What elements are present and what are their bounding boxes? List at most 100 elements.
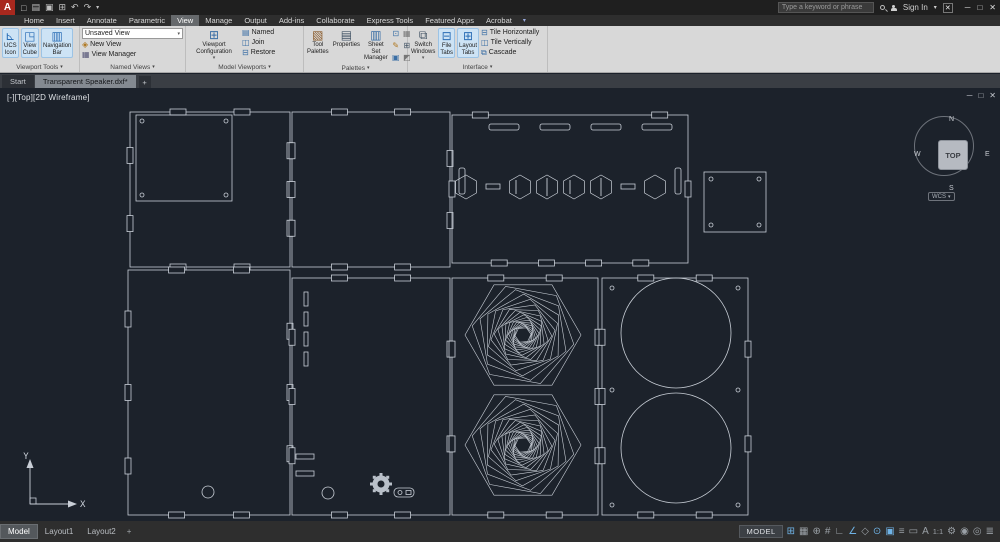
tab-collaborate[interactable]: Collaborate [310,15,360,26]
sheet-set-manager-button[interactable]: ▥ Sheet SetManager [363,28,389,63]
close-button[interactable]: ✕ [989,3,996,12]
exchange-apps-icon[interactable]: ✕ [943,3,953,13]
isolate-objects-icon[interactable]: ◎ [973,526,982,538]
viewcube-south[interactable]: S [949,185,954,192]
tile-vertically-button[interactable]: ◫ Tile Vertically [481,38,539,47]
ucs-icon-button[interactable]: ⊾ UCSIcon [2,28,19,58]
viewcube-top-face[interactable]: TOP [938,140,968,170]
file-tab-start[interactable]: Start [2,75,34,88]
view-dropdown[interactable]: Unsaved View▾ [82,28,183,39]
tab-express-tools[interactable]: Express Tools [361,15,420,26]
new-file-icon[interactable]: □ [21,3,26,13]
tab-manage[interactable]: Manage [199,15,238,26]
open-file-icon[interactable]: ▤ [31,2,40,13]
object-snap-icon[interactable]: ▣ [885,526,894,538]
redo-icon[interactable]: ↷ [84,2,92,13]
tab-acrobat[interactable]: Acrobat [480,15,518,26]
signin-caret-icon[interactable]: ▾ [934,4,937,11]
search-input[interactable]: Type a keyword or phrase [778,2,874,13]
new-view-button[interactable]: ◈ New View [82,40,183,49]
tab-insert[interactable]: Insert [50,15,81,26]
undo-icon[interactable]: ↶ [71,2,79,13]
tool-palettes-button[interactable]: ▧ ToolPalettes [306,28,330,56]
lineweight-icon[interactable]: ≡ [899,526,905,538]
group-label-model-viewports[interactable]: Model Viewports▾ [186,63,303,73]
file-tabs-button[interactable]: ⊟ FileTabs [438,28,455,58]
tile-vertically-icon: ◫ [481,38,489,47]
viewcube[interactable]: N W S E TOP WCS▾ [906,108,984,204]
doc-close-button[interactable]: ✕ [989,91,996,100]
model-paper-toggle[interactable]: MODEL [739,525,782,538]
tile-horizontally-button[interactable]: ⊟ Tile Horizontally [481,28,539,37]
cascade-button[interactable]: ⧉ Cascade [481,48,539,57]
snap-icon[interactable]: ▦ [799,526,808,538]
signin-button[interactable]: Sign In [903,3,928,12]
tab-annotate[interactable]: Annotate [81,15,123,26]
restore-viewports-button[interactable]: ⊟ Restore [242,48,275,57]
tab-addins[interactable]: Add-ins [273,15,310,26]
transparency-icon[interactable]: ▭ [909,526,918,538]
minimize-button[interactable]: ─ [965,3,971,12]
infer-constraints-icon[interactable]: ⊕ [813,526,821,538]
viewcube-west[interactable]: W [914,151,921,158]
ribbon-options-caret-icon[interactable]: ▾ [518,15,531,26]
tab-parametric[interactable]: Parametric [123,15,171,26]
viewport-controls-label[interactable]: [-][Top][2D Wireframe] [7,93,90,102]
tab-view[interactable]: View [171,15,199,26]
designcenter-palette-icon[interactable]: ▣ [391,53,401,64]
group-label-named-views[interactable]: Named Views▾ [80,62,185,72]
annotation-scale-button[interactable]: 1:1 [933,527,943,536]
new-layout-button[interactable]: + [123,527,136,536]
file-tab-document[interactable]: Transparent Speaker.dxf* [35,75,136,88]
navigation-bar-button[interactable]: ▥ NavigationBar [41,28,73,58]
group-label-interface[interactable]: Interface▾ [408,63,547,73]
properties-button[interactable]: ▤ Properties [332,28,361,50]
doc-minimize-button[interactable]: ─ [967,91,973,100]
isodraft-icon[interactable]: ◇ [861,526,869,538]
group-label-palettes[interactable]: Palettes▾ [304,64,407,72]
workspace-gear-icon[interactable]: ⚙ [947,526,956,538]
dynamic-input-icon[interactable]: # [825,526,831,538]
cascade-icon: ⧉ [481,48,487,57]
tab-featured-apps[interactable]: Featured Apps [419,15,480,26]
viewcube-compass-ring[interactable]: N W S E TOP [914,116,974,176]
layout-tab-layout2[interactable]: Layout2 [80,525,122,538]
switch-windows-button[interactable]: ⧉ SwitchWindows ▾ [410,28,436,63]
grid-icon[interactable]: ⊞ [787,526,795,538]
annotation-visibility-icon[interactable]: A [922,526,929,538]
new-drawing-tab-button[interactable]: + [139,76,151,88]
viewport-configuration-button[interactable]: ⊞ Viewport Configuration ▾ [188,28,240,63]
join-viewports-button[interactable]: ◫ Join [242,38,275,47]
qat-dropdown-icon[interactable]: ▾ [96,4,99,11]
wcs-menu[interactable]: WCS▾ [928,192,955,201]
layout-tabs-button[interactable]: ⊞ LayoutTabs [457,28,479,58]
viewcube-button[interactable]: ◳ ViewCube [21,28,39,58]
plot-icon[interactable]: ⊞ [58,2,66,13]
restore-button[interactable]: □ [977,3,982,12]
doc-restore-button[interactable]: □ [978,91,983,100]
ortho-icon[interactable]: ∟ [834,526,844,538]
view-manager-button[interactable]: ▦ View Manager [82,50,183,59]
group-label-viewport-tools[interactable]: Viewport Tools▾ [0,62,79,72]
layout-tab-layout1[interactable]: Layout1 [38,525,80,538]
viewcube-north[interactable]: N [949,116,954,123]
named-viewports-button[interactable]: ▤ Named [242,28,275,37]
tab-home[interactable]: Home [18,15,50,26]
polar-tracking-icon[interactable]: ∠ [848,526,857,538]
save-icon[interactable]: ▣ [45,2,54,13]
annotation-monitor-icon[interactable]: ◉ [960,526,969,538]
search-icon[interactable] [880,5,885,10]
model-space-canvas[interactable]: YX [-][Top][2D Wireframe] ─ □ ✕ N W S E … [0,88,1000,521]
viewcube-east[interactable]: E [985,151,990,158]
app-logo[interactable]: A [0,0,15,15]
layout-tab-model[interactable]: Model [0,524,38,539]
customization-icon[interactable]: ≣ [986,526,994,538]
ribbon: ⊾ UCSIcon ◳ ViewCube ▥ NavigationBar Vie… [0,26,1000,73]
file-tabs-icon: ⊟ [442,30,452,43]
tab-output[interactable]: Output [238,15,273,26]
markup-palette-icon[interactable]: ✎ [391,41,401,52]
cad-drawing[interactable]: YX [0,88,1000,521]
object-snap-tracking-icon[interactable]: ⊙ [873,526,881,538]
blocks-palette-icon[interactable]: ⊡ [391,29,401,40]
ribbon-tab-bar: Home Insert Annotate Parametric View Man… [0,15,1000,26]
